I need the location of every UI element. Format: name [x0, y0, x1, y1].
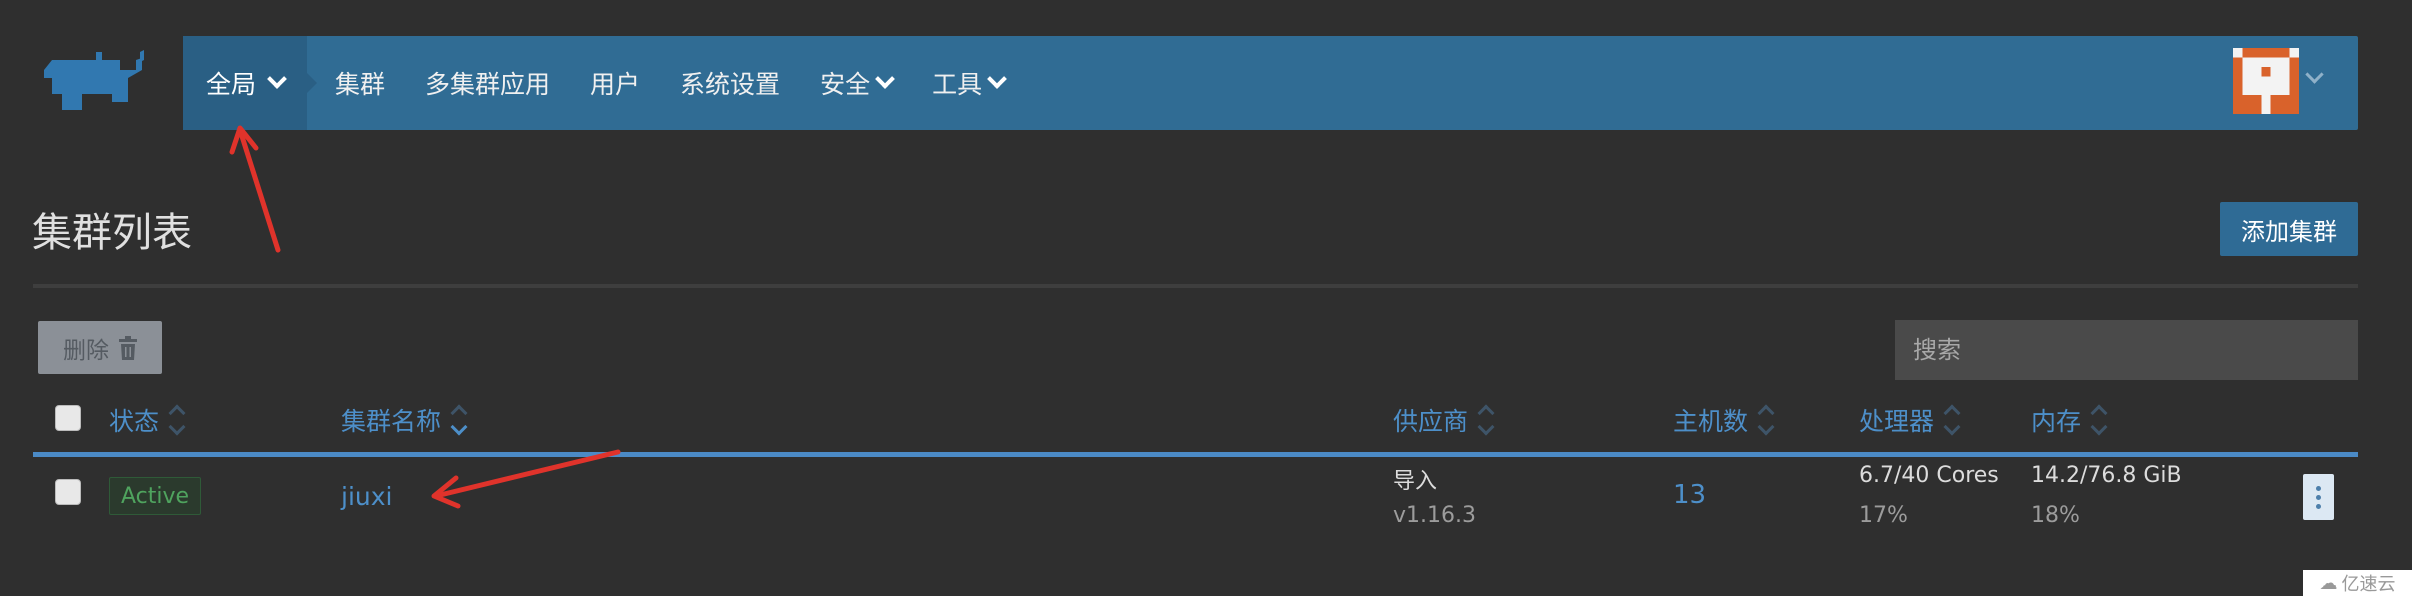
watermark-text: 亿速云: [2341, 574, 2396, 595]
cloud-icon: ☁: [2319, 572, 2338, 594]
annotation-arrow: [229, 125, 281, 253]
annotation-arrows: [229, 125, 621, 509]
watermark: ☁ 亿速云: [2303, 570, 2412, 596]
annotation-arrow: [431, 449, 621, 509]
